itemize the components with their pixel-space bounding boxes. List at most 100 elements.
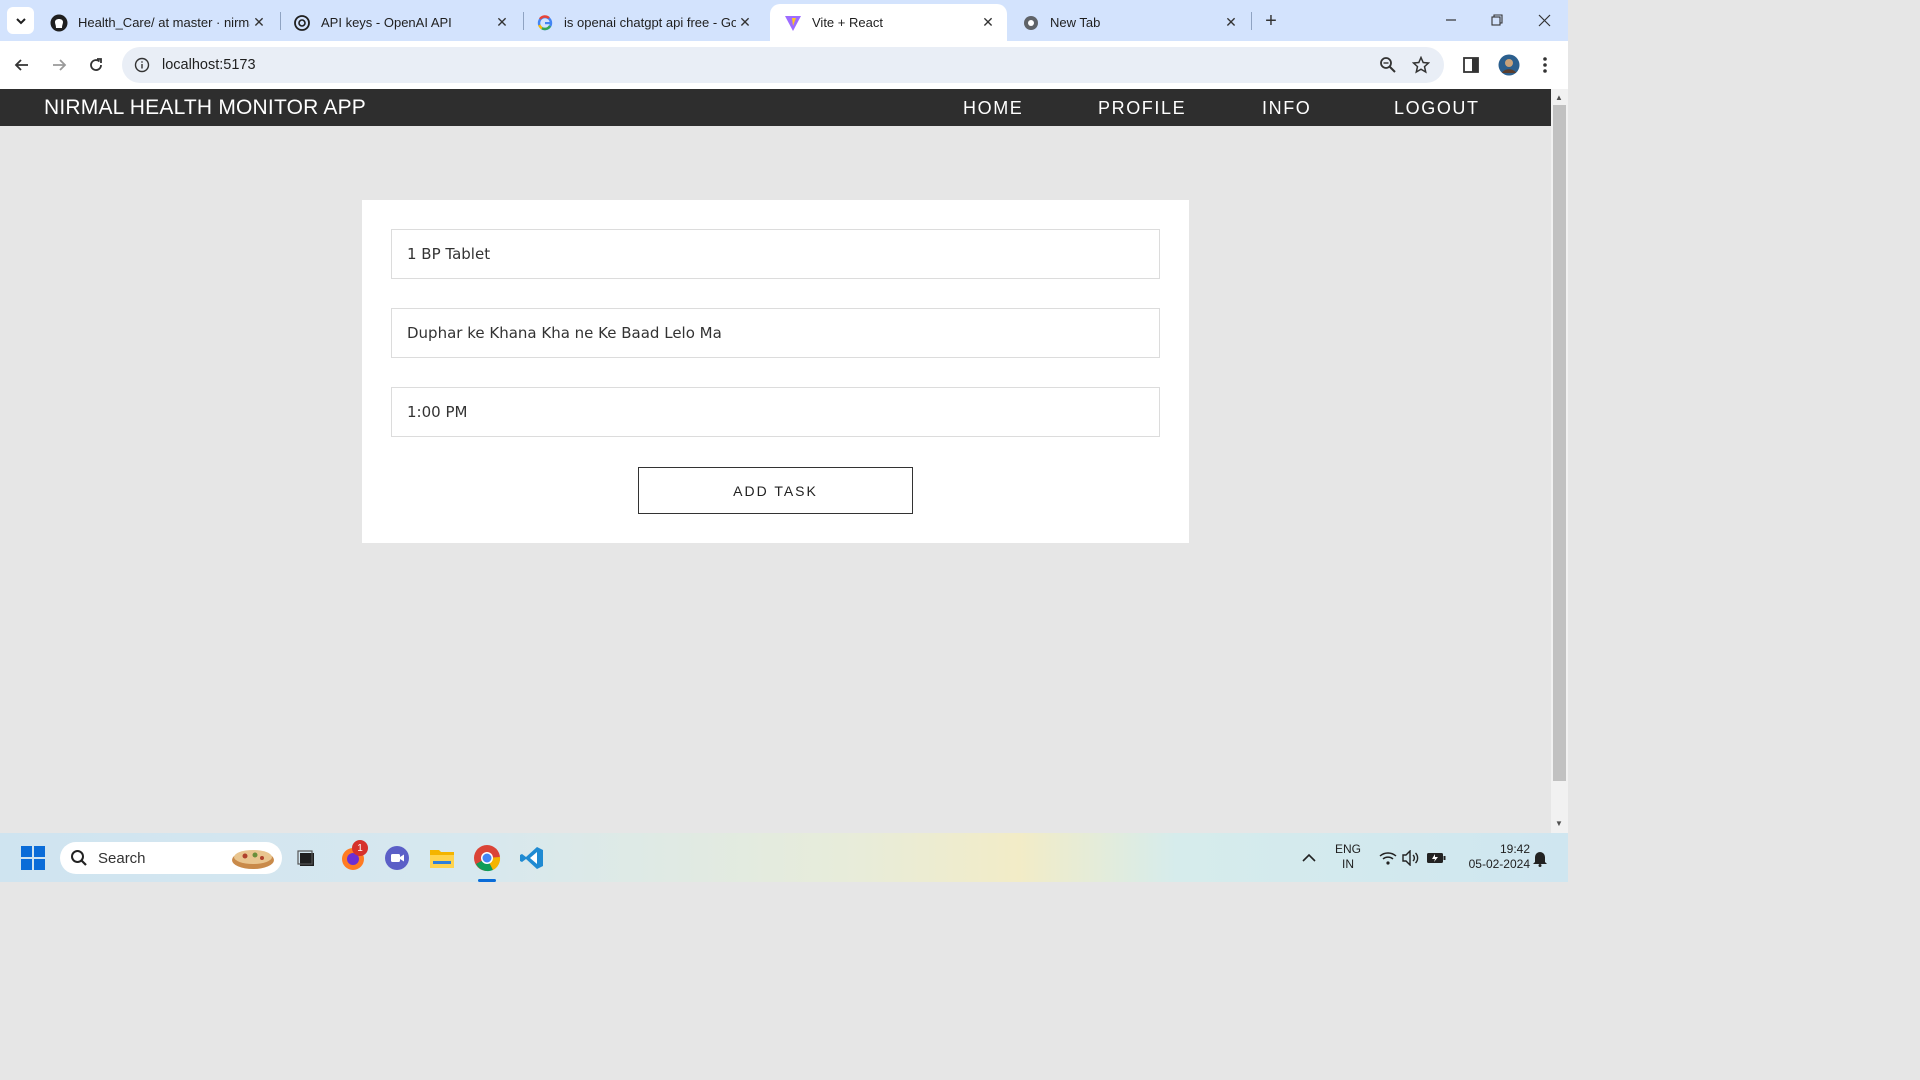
page-scrollbar[interactable]: ▲ ▼ — [1551, 89, 1568, 833]
openai-icon — [293, 14, 311, 32]
chrome-taskbar-app[interactable] — [469, 840, 505, 882]
nav-home-link[interactable]: HOME — [963, 98, 1023, 119]
browser-tab-github[interactable]: Health_Care/ at master · nirmalj ✕ — [36, 4, 278, 41]
forward-button[interactable] — [45, 51, 73, 79]
task-time-input[interactable]: 1:00 PM — [391, 387, 1160, 437]
app-navbar: NIRMAL HEALTH MONITOR APP HOME PROFILE I… — [0, 89, 1551, 126]
arrow-left-icon — [14, 59, 28, 71]
app-brand: NIRMAL HEALTH MONITOR APP — [44, 96, 366, 119]
zoom-button[interactable] — [1376, 53, 1400, 77]
language-code: ENG — [1334, 842, 1361, 856]
browser-tab-strip: Health_Care/ at master · nirmalj ✕ API k… — [0, 0, 1568, 41]
language-indicator[interactable]: ENG IN — [1331, 842, 1365, 872]
close-tab-icon[interactable]: ✕ — [493, 14, 511, 32]
vite-icon — [784, 14, 802, 32]
close-tab-icon[interactable]: ✕ — [1222, 14, 1240, 32]
github-icon — [50, 14, 68, 32]
file-explorer-taskbar-app[interactable] — [424, 840, 460, 876]
windows-logo-icon — [21, 846, 45, 870]
clock-date: 05-02-2024 — [1468, 857, 1530, 871]
side-panel-button[interactable] — [1459, 53, 1483, 77]
task-description-input[interactable]: Duphar ke Khana Kha ne Ke Baad Lelo Ma — [391, 308, 1160, 358]
more-vertical-icon — [1543, 57, 1547, 73]
tab-title: New Tab — [1050, 15, 1101, 30]
search-label: Search — [98, 849, 146, 867]
nav-logout-link[interactable]: LOGOUT — [1394, 98, 1480, 119]
taskbar-search-box[interactable]: Search — [60, 842, 282, 874]
close-tab-icon[interactable]: ✕ — [250, 14, 268, 32]
browser-menu-button[interactable] — [1533, 53, 1557, 77]
firefox-taskbar-app[interactable]: 1 — [335, 840, 371, 876]
close-tab-icon[interactable]: ✕ — [736, 14, 754, 32]
reload-icon — [90, 58, 102, 71]
clock[interactable]: 19:42 05-02-2024 — [1454, 842, 1530, 872]
start-button[interactable] — [15, 840, 51, 876]
star-icon — [1412, 56, 1430, 74]
google-icon — [536, 14, 554, 32]
browser-tab-google[interactable]: is openai chatgpt api free - Goo ✕ — [522, 4, 764, 41]
video-call-icon — [385, 846, 409, 870]
search-highlight-image — [232, 850, 274, 869]
close-icon — [1538, 14, 1550, 26]
reload-button[interactable] — [82, 51, 110, 79]
close-tab-icon[interactable]: ✕ — [979, 14, 997, 32]
bell-icon — [1533, 852, 1547, 867]
scroll-down-arrow-icon[interactable]: ▼ — [1555, 819, 1563, 828]
notifications-button[interactable] — [1522, 840, 1558, 876]
task-view-button[interactable] — [288, 840, 324, 876]
zoom-icon — [1380, 57, 1396, 73]
browser-tab-new-tab[interactable]: New Tab ✕ — [1008, 4, 1250, 41]
new-tab-button[interactable]: + — [1259, 9, 1283, 33]
show-hidden-icons-button[interactable] — [1291, 840, 1327, 876]
avatar — [1498, 54, 1520, 76]
nav-info-link[interactable]: INFO — [1262, 98, 1311, 119]
browser-tab-openai[interactable]: API keys - OpenAI API ✕ — [279, 4, 521, 41]
arrow-right-icon — [53, 59, 67, 71]
profile-avatar-button[interactable] — [1497, 53, 1521, 77]
active-app-indicator — [478, 879, 496, 882]
tab-title: Vite + React — [812, 15, 883, 30]
battery-charging-icon — [1427, 853, 1446, 863]
chevron-up-icon — [1302, 853, 1316, 862]
nav-profile-link[interactable]: PROFILE — [1098, 98, 1186, 119]
page-viewport: NIRMAL HEALTH MONITOR APP HOME PROFILE I… — [0, 89, 1551, 833]
clock-time: 19:42 — [1499, 842, 1530, 856]
tab-title: Health_Care/ at master · nirmalj — [78, 15, 250, 30]
browser-toolbar: localhost:5173 — [0, 41, 1568, 89]
teams-meet-taskbar-app[interactable] — [379, 840, 415, 876]
chrome-icon — [474, 845, 501, 872]
chrome-icon — [1022, 14, 1040, 32]
vscode-taskbar-app[interactable] — [514, 840, 550, 876]
side-panel-icon — [1463, 57, 1479, 73]
vscode-icon — [520, 847, 543, 869]
tab-separator — [1251, 12, 1252, 30]
folder-icon — [430, 850, 454, 868]
url-text[interactable]: localhost:5173 — [162, 57, 256, 73]
task-name-input[interactable]: 1 BP Tablet — [391, 229, 1160, 279]
add-task-button[interactable]: ADD TASK — [638, 467, 913, 514]
minimize-icon — [1446, 19, 1456, 21]
minimize-window-button[interactable] — [1428, 0, 1474, 40]
plus-icon: + — [1265, 9, 1277, 32]
tab-title: API keys - OpenAI API — [321, 15, 452, 30]
task-view-icon — [297, 850, 314, 866]
bookmark-button[interactable] — [1409, 53, 1433, 77]
language-region: IN — [1342, 857, 1354, 871]
search-icon — [71, 850, 87, 866]
add-task-form: 1 BP Tablet Duphar ke Khana Kha ne Ke Ba… — [362, 200, 1189, 543]
tab-title: is openai chatgpt api free - Goo — [564, 15, 736, 30]
os-taskbar: Search 1 ENG IN 19:42 05-02-2024 — [0, 833, 1568, 882]
notification-badge: 1 — [352, 840, 368, 856]
browser-tab-vite-react[interactable]: Vite + React ✕ — [770, 4, 1007, 41]
close-window-button[interactable] — [1521, 0, 1567, 40]
restore-window-button[interactable] — [1474, 0, 1520, 40]
chevron-down-icon — [15, 17, 26, 24]
back-button[interactable] — [8, 51, 36, 79]
scrollbar-thumb[interactable] — [1553, 105, 1566, 781]
scroll-up-arrow-icon[interactable]: ▲ — [1555, 93, 1563, 102]
site-info-icon[interactable] — [124, 57, 160, 73]
address-bar[interactable]: localhost:5173 — [122, 47, 1444, 83]
tab-search-button[interactable] — [7, 7, 34, 34]
battery-button[interactable] — [1418, 840, 1454, 876]
restore-icon — [1491, 14, 1503, 26]
